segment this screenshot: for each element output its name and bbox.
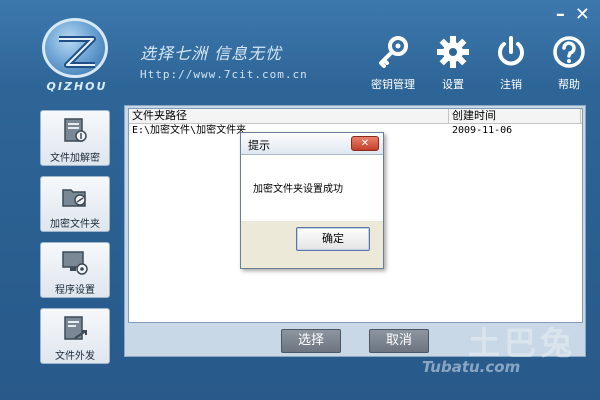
column-header-date[interactable]: 创建时间 — [449, 109, 581, 123]
dialog-close-button[interactable]: ✕ — [351, 136, 379, 151]
app-window: – ✕ QIZHOU 选择七洲 信息无忧 Http://www.7cit.com… — [0, 0, 600, 400]
sidebar-item-label: 文件外发 — [55, 351, 95, 362]
created-date: 2009-11-06 — [452, 125, 513, 136]
logo-emblem-icon — [42, 18, 108, 78]
sidebar-item-label: 加密文件夹 — [50, 219, 100, 230]
sidebar-item-label: 文件加解密 — [50, 153, 100, 164]
ok-button[interactable]: 确定 — [296, 227, 370, 251]
message-dialog: 提示 ✕ 加密文件夹设置成功 确定 — [240, 132, 384, 269]
sidebar-item-program-settings[interactable]: 程序设置 — [40, 242, 110, 298]
gear-icon — [433, 32, 473, 72]
app-logo: QIZHOU — [32, 18, 122, 96]
toolbar-settings[interactable]: 设置 — [424, 32, 482, 92]
list-header: 文件夹路径 创建时间 — [129, 109, 582, 124]
slogan-main: 选择七洲 信息无忧 — [140, 44, 283, 63]
select-button[interactable]: 选择 — [281, 329, 341, 353]
toolbar-label: 注销 — [500, 78, 522, 91]
sidebar-item-file-encrypt[interactable]: 文件加解密 — [40, 110, 110, 166]
sidebar-item-file-send[interactable]: 文件外发 — [40, 308, 110, 364]
dialog-body: 加密文件夹设置成功 — [241, 155, 383, 221]
folder-encrypt-icon — [62, 189, 86, 207]
file-encrypt-icon — [64, 118, 87, 142]
power-icon — [491, 32, 531, 72]
logo-text: QIZHOU — [46, 80, 108, 93]
toolbar-label: 设置 — [442, 78, 464, 91]
toolbar-label: 密钥管理 — [371, 78, 415, 91]
close-icon[interactable]: ✕ — [575, 6, 590, 24]
top-toolbar: 密钥管理 设置 注销 帮助 — [362, 32, 598, 92]
toolbar-key-management[interactable]: 密钥管理 — [362, 32, 424, 92]
dialog-footer: 确定 — [241, 221, 383, 268]
dialog-titlebar[interactable]: 提示 ✕ — [241, 133, 383, 155]
dialog-message: 加密文件夹设置成功 — [253, 184, 343, 195]
help-icon — [549, 32, 589, 72]
watermark: 土巴兔 Tubatu.com — [394, 318, 594, 388]
program-settings-icon — [62, 251, 88, 275]
sidebar: 文件加解密 加密文件夹 程序设置 文件外发 — [40, 110, 110, 374]
toolbar-label: 帮助 — [558, 78, 580, 91]
watermark-small: Tubatu.com — [422, 358, 521, 376]
toolbar-help[interactable]: 帮助 — [540, 32, 598, 92]
minimize-icon[interactable]: – — [556, 6, 565, 24]
sidebar-item-label: 程序设置 — [55, 285, 95, 296]
column-header-path[interactable]: 文件夹路径 — [129, 109, 449, 123]
slogan: 选择七洲 信息无忧 Http://www.7cit.com.cn — [140, 40, 308, 81]
slogan-url: Http://www.7cit.com.cn — [140, 68, 308, 81]
toolbar-logout[interactable]: 注销 — [482, 32, 540, 92]
sidebar-item-folder-encrypt[interactable]: 加密文件夹 — [40, 176, 110, 232]
dialog-title: 提示 — [248, 139, 270, 152]
file-send-icon — [64, 316, 87, 340]
window-controls: – ✕ — [556, 6, 590, 24]
key-icon — [373, 32, 413, 72]
